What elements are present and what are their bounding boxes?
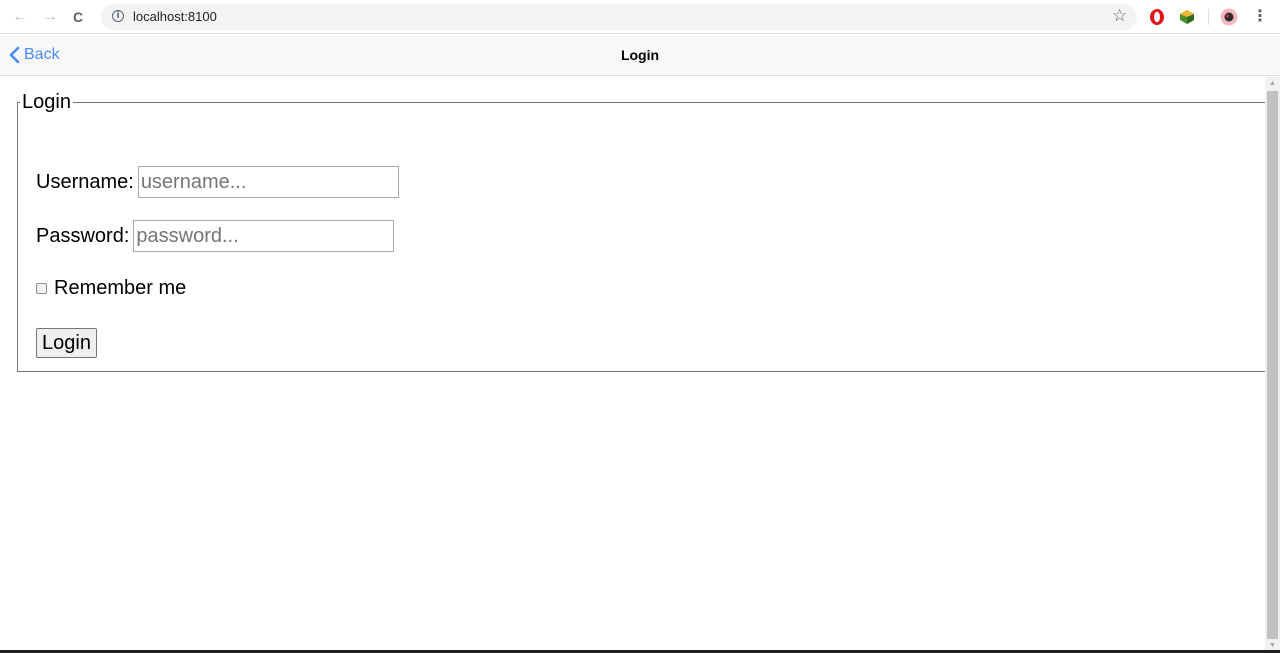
remember-me-checkbox[interactable] xyxy=(36,283,47,294)
scroll-up-icon[interactable]: ▲ xyxy=(1265,77,1280,91)
login-fieldset: Login Username: Password: Remember me Lo… xyxy=(17,91,1265,372)
app-header: Back Login xyxy=(0,35,1280,76)
profile-avatar-icon[interactable] xyxy=(1220,8,1238,26)
opera-icon[interactable] xyxy=(1148,8,1166,26)
remember-row: Remember me xyxy=(36,277,186,300)
address-bar[interactable]: i localhost:8100 xyxy=(101,4,1137,30)
password-label: Password: xyxy=(36,224,130,247)
scrollbar[interactable]: ▲ ▼ xyxy=(1265,77,1280,653)
username-label: Username: xyxy=(36,170,134,193)
menu-icon[interactable]: ⋮ xyxy=(1252,7,1268,27)
browser-toolbar: ← → C i localhost:8100 ☆ ⋮ xyxy=(0,0,1280,34)
password-input[interactable] xyxy=(133,220,395,252)
remember-me-label[interactable]: Remember me xyxy=(54,277,186,300)
login-button[interactable]: Login xyxy=(36,328,97,358)
username-row: Username: xyxy=(36,166,399,198)
bookmark-star-icon[interactable]: ☆ xyxy=(1112,6,1127,26)
scrollbar-thumb[interactable] xyxy=(1267,91,1278,639)
info-icon[interactable]: i xyxy=(112,10,124,22)
password-row: Password: xyxy=(36,220,395,252)
forward-arrow-icon[interactable]: → xyxy=(40,7,60,27)
url-text[interactable]: localhost:8100 xyxy=(133,9,217,24)
back-arrow-icon[interactable]: ← xyxy=(10,7,30,27)
username-input[interactable] xyxy=(137,166,399,198)
reload-icon[interactable]: C xyxy=(68,7,88,27)
extension-icon[interactable] xyxy=(1178,8,1196,26)
page-content: Login Username: Password: Remember me Lo… xyxy=(0,77,1265,653)
toolbar-separator xyxy=(1208,9,1209,25)
page-title: Login xyxy=(620,47,660,63)
login-legend: Login xyxy=(22,91,71,113)
